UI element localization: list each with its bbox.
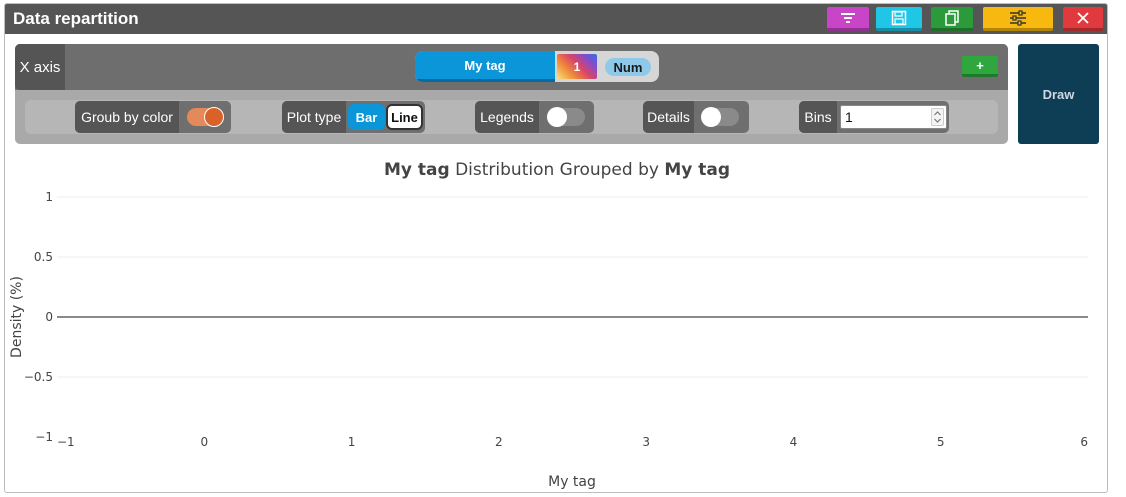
x-axis-tag-group: My tag 1 Num xyxy=(415,51,659,82)
group-by-color-label: Groub by color xyxy=(75,101,179,133)
legends-label: Legends xyxy=(475,101,539,133)
x-tick-label: 6 xyxy=(1080,435,1088,449)
y-tick-label: 1 xyxy=(45,190,53,204)
close-icon xyxy=(1077,11,1089,24)
spinner-arrows-icon xyxy=(934,111,941,123)
copy-button[interactable] xyxy=(931,7,973,31)
numeric-type-badge[interactable]: Num xyxy=(605,58,651,76)
plot-type-label: Plot type xyxy=(282,101,346,133)
bins-value: 1 xyxy=(845,109,853,125)
chart-title-part: My tag xyxy=(384,160,450,180)
bins-input[interactable]: 1 xyxy=(840,105,947,129)
chart-title-part: My tag xyxy=(664,160,730,180)
x-tick-label: −1 xyxy=(57,435,75,449)
title-bar[interactable]: Data repartition xyxy=(5,4,1107,34)
details-label: Details xyxy=(643,101,694,133)
group-by-color-toggle[interactable] xyxy=(187,107,224,127)
save-icon xyxy=(891,10,907,25)
distribution-chart: My tag Distribution Grouped by My tag 1 0… xyxy=(9,160,1088,490)
save-button[interactable] xyxy=(876,7,922,31)
x-axis-label: X axis xyxy=(15,44,65,90)
bins-spinner[interactable] xyxy=(931,108,944,126)
settings-button[interactable] xyxy=(983,7,1053,31)
x-axis-ticks: −1 0 1 2 3 4 5 6 xyxy=(57,435,1088,449)
y-tick-label: −1 xyxy=(35,430,53,444)
x-tick-label: 1 xyxy=(348,435,356,449)
y-tick-label: −0.5 xyxy=(24,370,53,384)
x-tick-label: 3 xyxy=(642,435,650,449)
y-tick-label: 0 xyxy=(45,310,53,324)
details-toggle[interactable] xyxy=(701,107,739,127)
details-control: Details xyxy=(643,101,749,133)
y-tick-label: 0.5 xyxy=(34,250,53,264)
chart-title: My tag Distribution Grouped by My tag xyxy=(384,160,730,180)
color-scale-swatch[interactable]: 1 xyxy=(557,54,597,79)
filter-button[interactable] xyxy=(827,7,869,31)
copy-icon xyxy=(945,9,959,26)
x-tick-label: 5 xyxy=(937,435,945,449)
draw-button[interactable]: Draw xyxy=(1018,44,1099,144)
legends-control: Legends xyxy=(475,101,594,133)
toggle-knob xyxy=(701,107,721,127)
data-repartition-window: Data repartition X axis My tag 1 Num + G… xyxy=(4,3,1108,493)
x-tick-label: 2 xyxy=(495,435,503,449)
plot-type-bar-option[interactable]: Bar xyxy=(348,104,385,130)
x-axis-row: X axis My tag 1 Num + xyxy=(15,44,1008,90)
add-axis-button[interactable]: + xyxy=(962,56,998,77)
bins-label: Bins xyxy=(799,101,837,133)
controls-panel: X axis My tag 1 Num + Groub by color Plo… xyxy=(15,44,1008,144)
group-by-color-control: Groub by color xyxy=(75,101,231,133)
y-axis-title: Density (%) xyxy=(9,276,25,358)
toggle-knob xyxy=(204,107,224,127)
x-axis-title: My tag xyxy=(548,474,596,490)
close-button[interactable] xyxy=(1063,7,1103,31)
x-tick-label: 4 xyxy=(790,435,798,449)
legends-toggle[interactable] xyxy=(547,107,585,127)
chart-title-part: Distribution Grouped by xyxy=(450,160,665,180)
options-row: Groub by color Plot type Bar Line Legend… xyxy=(25,100,998,134)
plot-type-control: Plot type Bar Line xyxy=(282,101,425,133)
bins-control: Bins 1 xyxy=(799,101,949,133)
x-axis-tag-button[interactable]: My tag xyxy=(415,51,555,82)
y-axis-ticks: 1 0.5 0 −0.5 −1 xyxy=(24,190,53,444)
chart-grid xyxy=(57,196,1088,378)
plot-type-line-option[interactable]: Line xyxy=(386,104,423,130)
toggle-knob xyxy=(547,107,567,127)
filter-icon xyxy=(841,12,855,23)
window-title: Data repartition xyxy=(13,9,139,28)
sliders-icon xyxy=(1010,9,1026,26)
x-tick-label: 0 xyxy=(200,435,208,449)
